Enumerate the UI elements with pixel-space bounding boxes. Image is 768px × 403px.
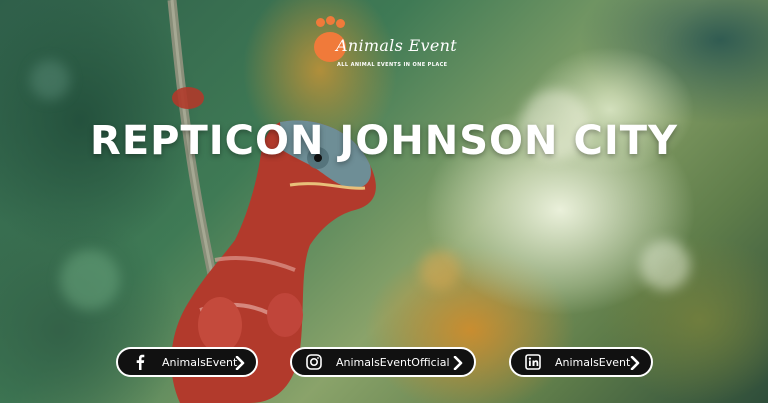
paw-toe [326,16,335,25]
paw-toe [336,19,345,28]
linkedin-link-button[interactable]: AnimalsEvent [509,347,653,377]
chevron-right-icon [453,356,463,370]
facebook-icon [132,354,148,370]
logo-title: Animals Event [336,36,457,55]
facebook-handle: AnimalsEvent [162,355,238,369]
instagram-link-button[interactable]: AnimalsEventOfficial [290,347,476,377]
linkedin-handle: AnimalsEvent [555,355,631,369]
animals-event-logo[interactable]: Animals Event ALL ANIMAL EVENTS IN ONE P… [300,14,468,74]
chevron-right-icon [630,356,640,370]
paw-toe [316,18,325,27]
logo-tagline: ALL ANIMAL EVENTS IN ONE PLACE [337,62,448,68]
instagram-icon [306,354,322,370]
chevron-right-icon [235,356,245,370]
linkedin-icon [525,354,541,370]
event-banner: Animals Event ALL ANIMAL EVENTS IN ONE P… [0,0,768,403]
instagram-handle: AnimalsEventOfficial [336,355,450,369]
event-title: REPTICON JOHNSON CITY [90,118,678,164]
facebook-link-button[interactable]: AnimalsEvent [116,347,258,377]
